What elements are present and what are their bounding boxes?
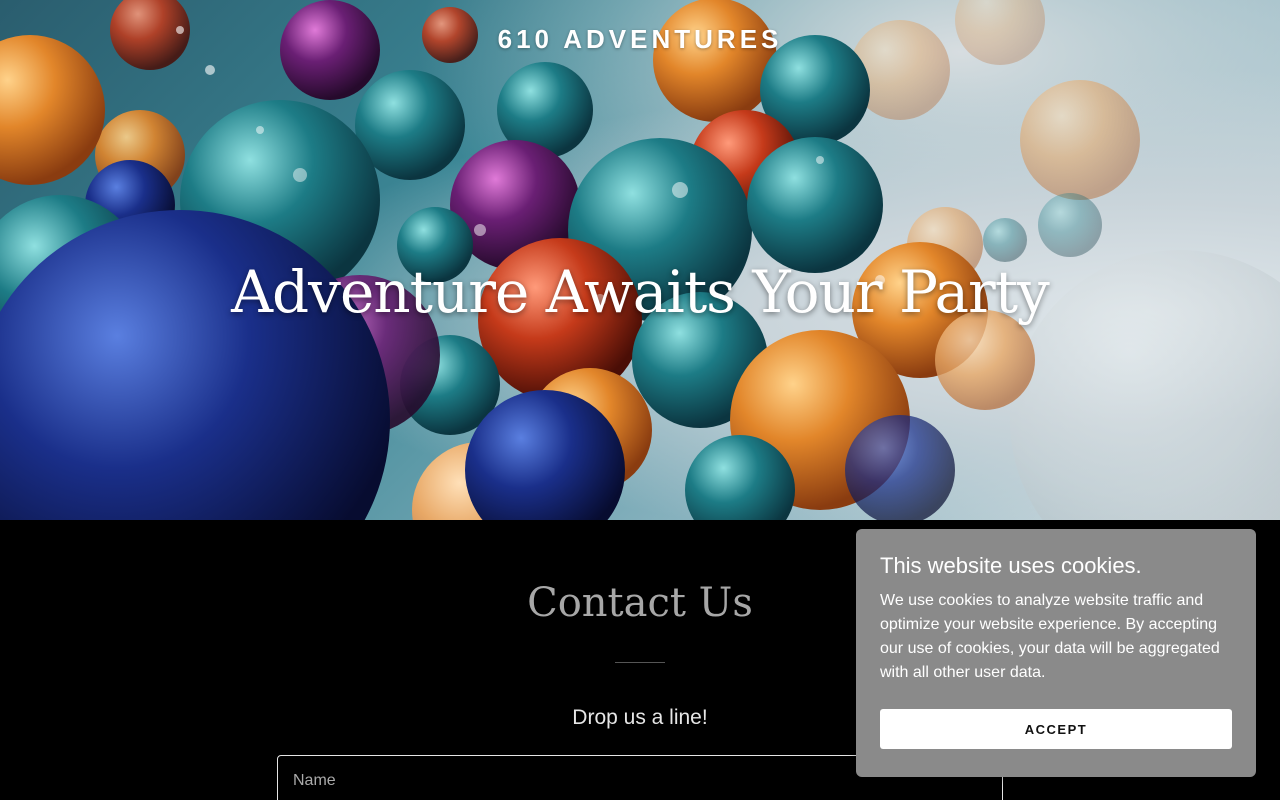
cookie-banner-title: This website uses cookies. — [880, 553, 1142, 578]
cookie-banner: This website uses cookies. We use cookie… — [856, 529, 1256, 777]
hero-section: 610 ADVENTURES Adventure Awaits Your Par… — [0, 0, 1280, 520]
accept-cookies-button[interactable]: ACCEPT — [880, 709, 1232, 749]
name-input-placeholder: Name — [293, 772, 336, 789]
hero-title: Adventure Awaits Your Party — [231, 258, 1050, 326]
cookie-banner-text: We use cookies to analyze website traffi… — [880, 592, 1220, 681]
title-divider — [615, 662, 665, 663]
site-brand[interactable]: 610 ADVENTURES — [0, 24, 1280, 55]
